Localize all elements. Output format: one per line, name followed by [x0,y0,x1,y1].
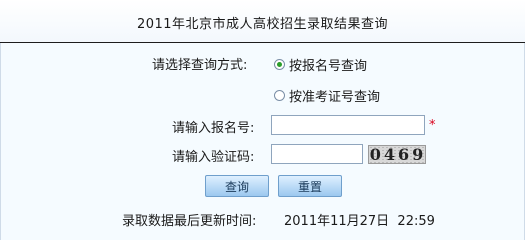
registration-number-input[interactable] [271,115,425,135]
last-update-label: 录取数据最后更新时间: [122,214,257,229]
captcha-row: 请输入验证码: [172,145,254,165]
reset-button[interactable]: 重置 [278,175,342,197]
radio-registration[interactable]: 按报名号查询 [274,55,367,74]
captcha-image-text: 0469 [369,145,426,164]
query-button[interactable]: 查询 [205,175,269,197]
radio-admission-ticket-circle[interactable] [274,89,285,101]
registration-row: 请输入报名号: [172,116,254,136]
title-bar: 2011年北京市成人高校招生录取结果查询 [0,0,525,43]
radio-admission-ticket-label[interactable]: 按准考证号查询 [289,86,380,105]
captcha-input-wrap [271,144,363,164]
captcha-input[interactable] [271,144,363,164]
captcha-label: 请输入验证码: [172,149,255,165]
registration-label: 请输入报名号: [172,120,255,136]
radio-registration-circle[interactable] [274,58,285,70]
radio-registration-label[interactable]: 按报名号查询 [289,55,367,74]
last-update-value: 2011年11月27日 22:59 [284,214,435,229]
radio-selected-dot-icon [277,61,282,67]
page: 2011年北京市成人高校招生录取结果查询 请选择查询方式: 按报名号查询 按准考… [0,0,525,240]
query-method-label: 请选择查询方式: [152,57,248,73]
registration-input-wrap: * [271,115,436,135]
captcha-image[interactable]: 0469 [368,145,426,164]
query-method-option-registration[interactable]: 按报名号查询 [274,55,367,74]
query-method-row: 请选择查询方式: [152,54,248,73]
radio-admission-ticket[interactable]: 按准考证号查询 [274,86,380,105]
required-mark: * [429,117,436,133]
page-title: 2011年北京市成人高校招生录取结果查询 [136,16,389,32]
query-method-option-admission-ticket[interactable]: 按准考证号查询 [274,86,380,105]
